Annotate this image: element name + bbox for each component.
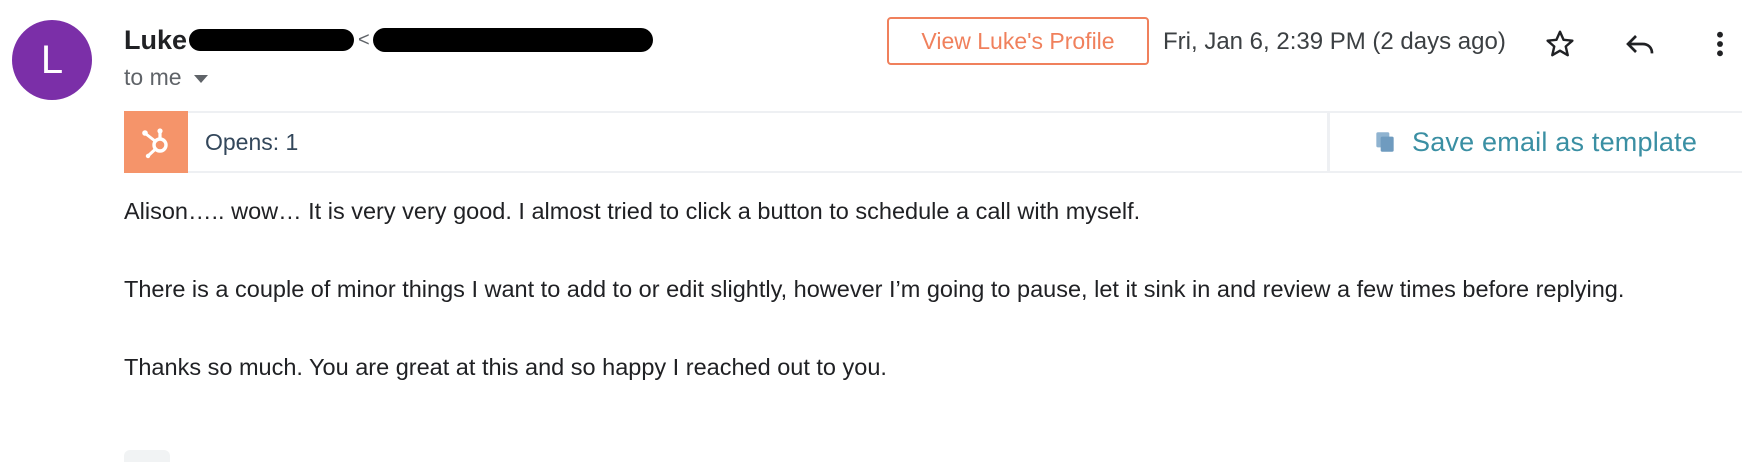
redacted-email	[372, 28, 653, 52]
hubspot-sprocket-icon	[124, 111, 188, 173]
recipient-details[interactable]: to me	[124, 64, 208, 91]
attachment-chip[interactable]	[124, 450, 170, 462]
copy-icon	[1376, 132, 1394, 152]
body-paragraph: Thanks so much. You are great at this an…	[124, 354, 887, 380]
email-open-bracket: <	[358, 28, 370, 51]
email-date: Fri, Jan 6, 2:39 PM (2 days ago)	[1163, 28, 1506, 55]
body-paragraph: Alison….. wow… It is very very good. I a…	[124, 198, 1141, 224]
more-vert-icon[interactable]	[1700, 24, 1740, 64]
reply-icon[interactable]	[1620, 24, 1660, 64]
star-icon[interactable]	[1540, 24, 1580, 64]
save-template-button[interactable]: Save email as template	[1372, 113, 1697, 171]
email-body: Alison….. wow… It is very very good. I a…	[124, 192, 1704, 387]
to-label: to me	[124, 64, 182, 90]
hubspot-tracking-bar: Opens: 1 Save email as template	[124, 111, 1742, 173]
body-paragraph: There is a couple of minor things I want…	[124, 276, 1625, 302]
view-profile-button[interactable]: View Luke's Profile	[887, 17, 1149, 65]
save-template-label: Save email as template	[1412, 126, 1698, 157]
opens-count: Opens: 1	[205, 128, 299, 155]
sender-line: Luke <	[124, 22, 653, 58]
redacted-surname	[189, 29, 355, 51]
sender-name[interactable]: Luke	[124, 25, 187, 56]
avatar[interactable]: L	[12, 20, 92, 100]
chevron-down-icon[interactable]	[193, 74, 208, 83]
divider	[1327, 113, 1330, 171]
